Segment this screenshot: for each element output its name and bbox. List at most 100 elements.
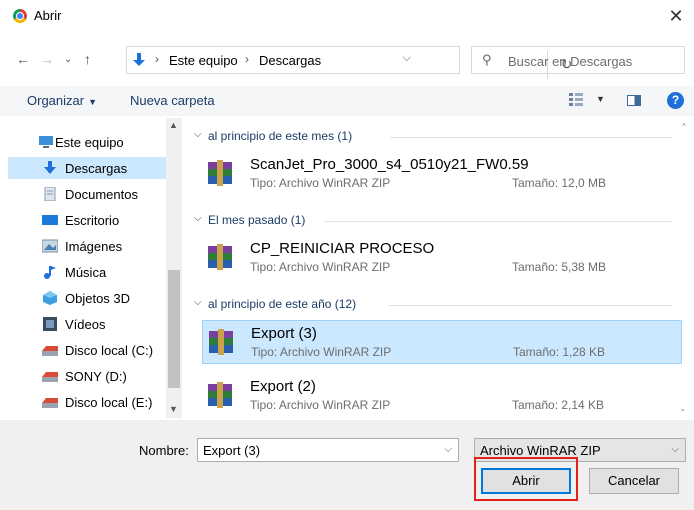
computer-icon (39, 136, 53, 148)
sidebar-item-videos[interactable]: Vídeos (8, 313, 166, 335)
up-arrow-icon[interactable]: ↑ (84, 51, 91, 67)
search-input[interactable] (506, 47, 682, 75)
sidebar-item-disco-e[interactable]: Disco local (E:) (8, 391, 166, 413)
recent-locations-chevron-icon[interactable]: ⌄ (64, 54, 72, 65)
file-name: CP_REINICIAR PROCESO (250, 240, 435, 257)
videos-folder-icon (43, 317, 57, 331)
search-icon: ⚲ (482, 52, 492, 67)
file-name-label: Nombre: (139, 443, 189, 458)
music-folder-icon (44, 266, 56, 279)
file-row-selected[interactable]: Export (3) Tipo: Archivo WinRAR ZIP Tama… (202, 320, 682, 364)
collapse-chevron-icon[interactable]: ⌵ (194, 297, 202, 308)
scroll-up-icon[interactable]: ^ (682, 122, 686, 131)
file-size: Tamaño: 1,28 KB (513, 345, 606, 359)
view-options-caret-icon[interactable]: ▼ (596, 94, 605, 104)
sidebar-scrollbar[interactable]: ▲ ▼ (166, 118, 182, 418)
sidebar-item-label: Este equipo (55, 135, 124, 150)
group-header[interactable]: ⌵ al principio de este año (12) (194, 296, 682, 314)
organize-label: Organizar (27, 93, 85, 108)
sidebar-item-disco-c[interactable]: Disco local (C:) (8, 339, 166, 361)
chevron-down-icon[interactable]: ⌵ (671, 444, 679, 455)
title-bar: Abrir ✕ (0, 0, 694, 32)
sidebar-item-label: Descargas (65, 161, 128, 176)
file-size: Tamaño: 2,14 KB (512, 398, 605, 412)
file-size: Tamaño: 5,38 MB (512, 260, 607, 274)
file-type: Tipo: Archivo WinRAR ZIP (250, 176, 391, 190)
sidebar-item-este-equipo[interactable]: Este equipo (8, 131, 166, 153)
close-icon[interactable]: ✕ (664, 4, 688, 28)
sidebar-item-label: Disco local (E:) (65, 395, 153, 410)
cancel-button[interactable]: Cancelar (589, 468, 679, 494)
sidebar-item-sony-d[interactable]: SONY (D:) (8, 365, 166, 387)
file-list-scrollbar[interactable]: ^ ⌄ (678, 118, 686, 418)
desktop-folder-icon (42, 215, 58, 225)
file-name-value: Export (3) (203, 443, 261, 458)
scroll-down-icon[interactable]: ⌄ (679, 404, 686, 413)
group-label: al principio de este mes (1) (208, 129, 353, 143)
sidebar-item-label: SONY (D:) (65, 369, 127, 384)
new-folder-button[interactable]: Nueva carpeta (130, 93, 215, 108)
scroll-down-icon[interactable]: ▼ (169, 404, 178, 414)
file-type: Tipo: Archivo WinRAR ZIP (250, 260, 391, 274)
group-header[interactable]: ⌵ al principio de este mes (1) (194, 128, 682, 146)
file-row[interactable]: ScanJet_Pro_3000_s4_0510y21_FW0.59 Tipo:… (202, 152, 682, 196)
navigation-pane: Este equipo Descargas Documentos Escrito… (0, 118, 182, 418)
chrome-icon (13, 9, 27, 23)
winrar-archive-icon (208, 160, 232, 186)
file-name-input[interactable]: Export (3) ⌵ (197, 438, 459, 462)
open-button[interactable]: Abrir (481, 468, 571, 494)
breadcrumb-este-equipo[interactable]: Este equipo (169, 53, 238, 68)
organize-button[interactable]: Organizar ▼ (27, 93, 97, 108)
sidebar-item-musica[interactable]: Música (8, 261, 166, 283)
download-folder-icon (44, 161, 56, 174)
file-type-value: Archivo WinRAR ZIP (480, 443, 601, 458)
documents-folder-icon (44, 187, 56, 201)
file-row[interactable]: Export (2) Tipo: Archivo WinRAR ZIP Tama… (202, 374, 682, 418)
collapse-chevron-icon[interactable]: ⌵ (194, 213, 202, 224)
sidebar-item-descargas[interactable]: Descargas (8, 157, 166, 179)
sidebar-item-label: Objetos 3D (65, 291, 131, 306)
collapse-chevron-icon[interactable]: ⌵ (194, 129, 202, 140)
breadcrumb-separator-icon: › (155, 52, 159, 66)
sidebar-item-imagenes[interactable]: Imágenes (8, 235, 166, 257)
file-size: Tamaño: 12,0 MB (512, 176, 607, 190)
address-dropdown-icon[interactable]: ⌵ (403, 52, 411, 65)
open-file-dialog: Abrir ✕ ← → ⌄ ↑ › Este equipo › Descarga… (0, 0, 694, 510)
file-type: Tipo: Archivo WinRAR ZIP (251, 345, 392, 359)
scroll-up-icon[interactable]: ▲ (169, 120, 178, 130)
3d-objects-folder-icon (43, 291, 57, 305)
group-label: al principio de este año (12) (208, 297, 357, 311)
view-options-icon[interactable] (569, 93, 583, 107)
drive-icon (42, 398, 58, 408)
sidebar-item-label: Imágenes (65, 239, 123, 254)
file-name: Export (3) (251, 325, 317, 342)
sidebar-item-escritorio[interactable]: Escritorio (8, 209, 166, 231)
winrar-archive-icon (208, 382, 232, 408)
breadcrumb-separator-icon: › (245, 52, 249, 66)
command-bar: Organizar ▼ Nueva carpeta ▼ ? (0, 86, 694, 116)
sidebar-scroll-thumb[interactable] (168, 270, 180, 388)
sidebar-item-objetos-3d[interactable]: Objetos 3D (8, 287, 166, 309)
group-divider (324, 221, 672, 222)
help-icon[interactable]: ? (667, 92, 684, 109)
file-type: Tipo: Archivo WinRAR ZIP (250, 398, 391, 412)
forward-arrow-icon[interactable]: → (40, 51, 54, 67)
sidebar-item-documentos[interactable]: Documentos (8, 183, 166, 205)
sidebar-item-label: Música (65, 265, 107, 280)
group-divider (388, 305, 672, 306)
file-row[interactable]: CP_REINICIAR PROCESO Tipo: Archivo WinRA… (202, 236, 682, 280)
navigation-bar: ← → ⌄ ↑ › Este equipo › Descargas ⌵ ↻ ⚲ (0, 42, 694, 79)
group-header[interactable]: ⌵ El mes pasado (1) (194, 212, 682, 230)
back-arrow-icon[interactable]: ← (16, 51, 30, 67)
breadcrumb-descargas[interactable]: Descargas (259, 53, 321, 68)
caret-down-icon: ▼ (88, 97, 97, 107)
group-label: El mes pasado (1) (208, 213, 306, 227)
winrar-archive-icon (209, 329, 233, 355)
search-box[interactable]: ⚲ (471, 46, 685, 75)
chevron-down-icon[interactable]: ⌵ (444, 444, 452, 455)
file-list: ⌵ al principio de este mes (1) ScanJet_P… (186, 118, 686, 418)
dialog-footer: Nombre: Export (3) ⌵ Archivo WinRAR ZIP … (0, 420, 694, 510)
preview-pane-icon[interactable] (627, 95, 641, 106)
address-bar[interactable]: › Este equipo › Descargas ⌵ ↻ (126, 46, 572, 79)
pictures-folder-icon (42, 239, 58, 253)
